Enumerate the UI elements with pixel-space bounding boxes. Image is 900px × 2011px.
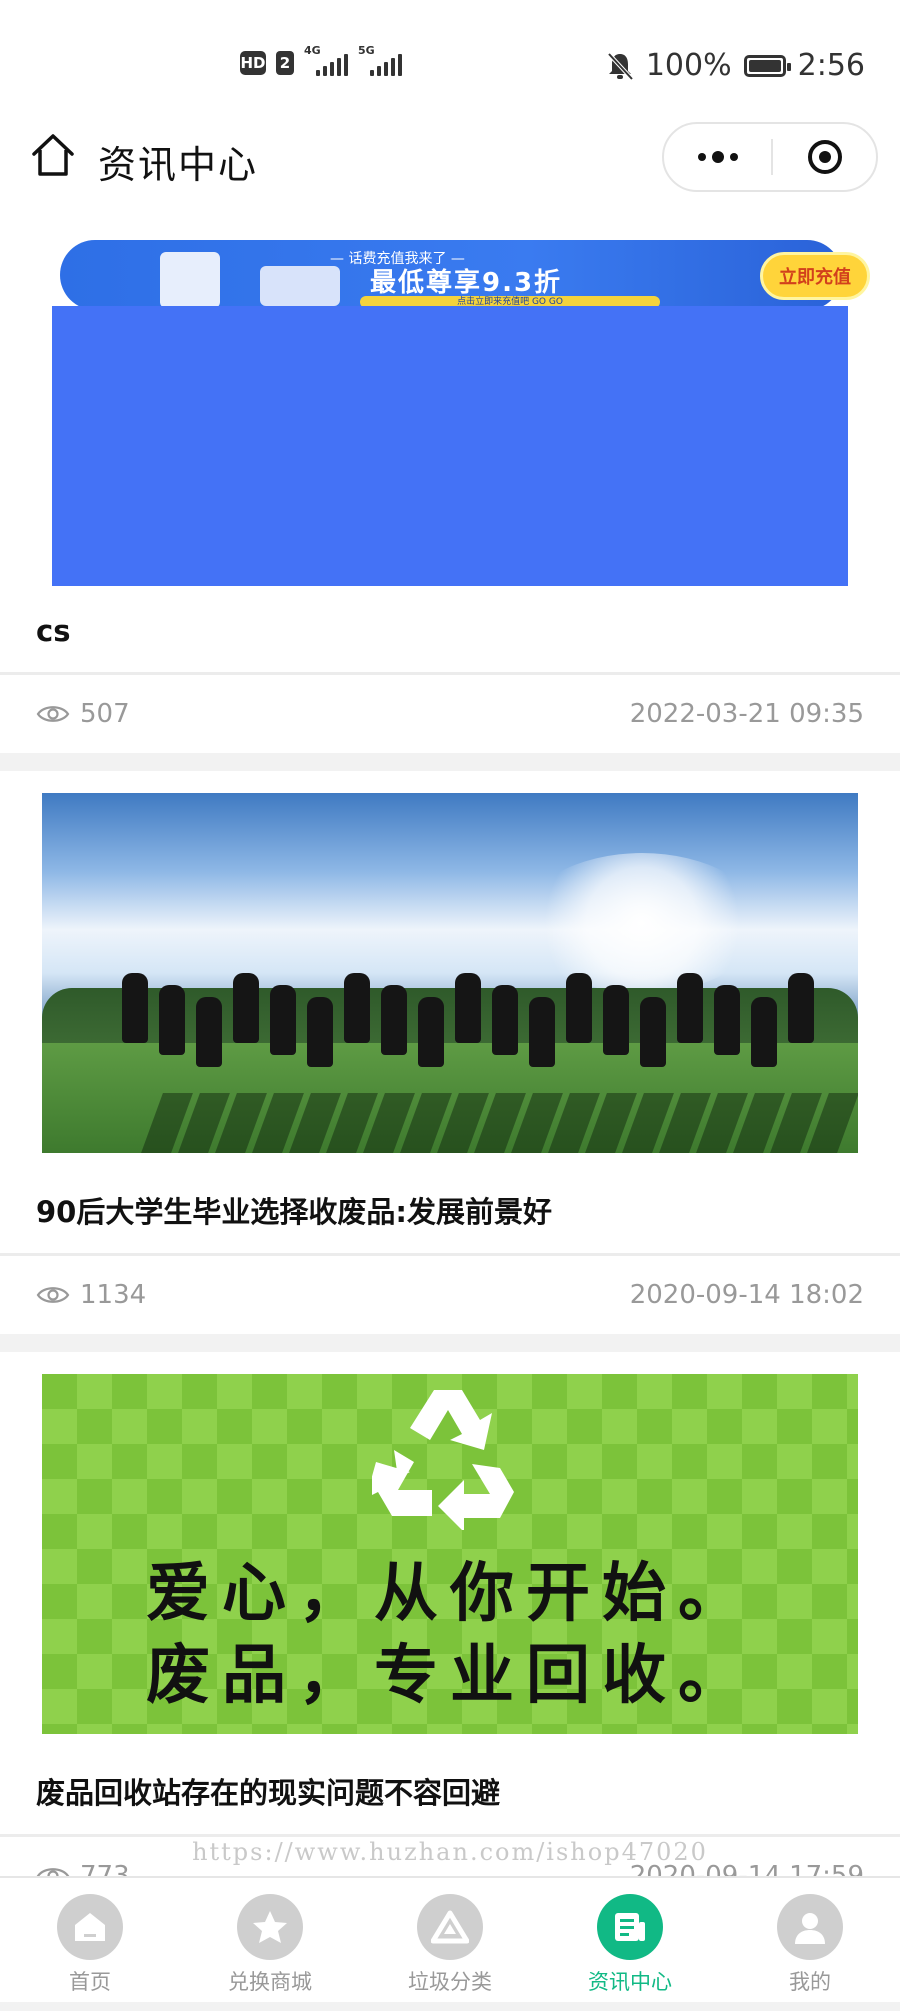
battery-icon (743, 54, 791, 77)
status-left: HD 2 4G 5G (240, 44, 402, 78)
poster-line-1: 爱心，从你开始。 (146, 1556, 754, 1631)
recharge-button: 立即充值 (760, 252, 870, 300)
recycling-poster: 爱心，从你开始。 废品，专业回收。 (42, 1374, 858, 1734)
person-figure (566, 973, 592, 1043)
tab-bar: 首页 兑换商城 垃圾分类 资讯中心 我的 (0, 1876, 900, 2002)
news-icon (597, 1894, 663, 1960)
person-figure (307, 997, 333, 1067)
promo-banner: — 话费充值我来了 — 最低尊享9.3折 点击立即来充值吧 GO GO 立即充值 (60, 240, 870, 310)
close-button[interactable] (773, 140, 876, 174)
hd-badge: HD (240, 51, 266, 75)
article-list: — 话费充值我来了 — 最低尊享9.3折 点击立即来充值吧 GO GO 立即充值… (0, 210, 900, 2011)
illustration-person (160, 252, 220, 308)
view-count-value: 1134 (80, 1280, 147, 1310)
view-count: 1134 (36, 1280, 146, 1310)
article-meta: 1134 2020-09-14 18:02 (0, 1256, 900, 1334)
sun-glow (522, 853, 762, 993)
recycle-icon (417, 1894, 483, 1960)
clock: 2:56 (797, 48, 865, 83)
recycle-icon (372, 1390, 514, 1530)
blue-placeholder (52, 306, 848, 586)
tab-mine[interactable]: 我的 (720, 1878, 900, 2002)
view-count-value: 507 (80, 699, 130, 729)
eye-icon (36, 1287, 70, 1303)
status-bar: HD 2 4G 5G 100% 2:56 (0, 0, 900, 125)
signal-4g-icon: 4G (304, 44, 348, 78)
user-icon (777, 1894, 843, 1960)
article-date: 2020-09-14 18:02 (629, 1280, 864, 1310)
article-card[interactable]: 爱心，从你开始。 废品，专业回收。 废品回收站存在的现实问题不容回避 773 2… (0, 1352, 900, 1915)
article-title: cs (0, 590, 900, 675)
tab-label: 我的 (789, 1970, 831, 1994)
star-icon (237, 1894, 303, 1960)
poster-line-2: 废品，专业回收。 (146, 1638, 754, 1713)
page-title: 资讯中心 (98, 143, 259, 187)
tab-home[interactable]: 首页 (0, 1878, 180, 2002)
navigation-bar: 资讯中心 (0, 110, 900, 210)
home-icon (57, 1894, 123, 1960)
person-figure (122, 973, 148, 1043)
article-card[interactable]: 90后大学生毕业选择收废品:发展前景好 1134 2020-09-14 18:0… (0, 771, 900, 1334)
person-figure (492, 985, 518, 1055)
battery-percent: 100% (645, 48, 732, 83)
person-figure (677, 973, 703, 1043)
tab-label: 垃圾分类 (408, 1970, 492, 1994)
person-figure (196, 997, 222, 1067)
home-icon[interactable] (30, 132, 76, 178)
person-figure (640, 997, 666, 1067)
article-cover: 爱心，从你开始。 废品，专业回收。 (0, 1352, 900, 1752)
tab-label: 资讯中心 (588, 1970, 672, 1994)
person-figure (233, 973, 259, 1043)
person-figure (751, 997, 777, 1067)
signal-5g-icon: 5G (358, 44, 402, 78)
person-figure (603, 985, 629, 1055)
article-title: 90后大学生毕业选择收废品:发展前景好 (0, 1171, 900, 1256)
article-title: 废品回收站存在的现实问题不容回避 (0, 1752, 900, 1837)
target-icon (807, 140, 842, 174)
article-date: 2022-03-21 09:35 (629, 699, 864, 729)
person-figure (270, 985, 296, 1055)
mute-bell-icon (607, 52, 634, 80)
more-button[interactable] (664, 124, 771, 190)
banner-headline: 最低尊享9.3折 (370, 268, 563, 298)
article-cover: — 话费充值我来了 — 最低尊享9.3折 点击立即来充值吧 GO GO 立即充值 (0, 210, 900, 590)
person-figure (529, 997, 555, 1067)
person-figure (344, 973, 370, 1043)
watermark: https://www.huzhan.com/ishop47020 (192, 1838, 708, 1866)
sim-badge: 2 (276, 51, 294, 75)
tab-garbage-sorting[interactable]: 垃圾分类 (360, 1878, 540, 2002)
article-cover (0, 771, 900, 1171)
person-figure (381, 985, 407, 1055)
status-right: 100% 2:56 (606, 48, 865, 83)
tab-label: 首页 (69, 1970, 111, 1994)
view-count: 507 (36, 699, 130, 729)
person-figure (455, 973, 481, 1043)
person-figure (159, 985, 185, 1055)
eye-icon (36, 706, 70, 722)
graduates-jumping-photo (42, 793, 858, 1153)
person-figure (788, 973, 814, 1043)
article-meta: 507 2022-03-21 09:35 (0, 675, 900, 753)
illustration-desk (260, 266, 340, 306)
person-figure (714, 985, 740, 1055)
tab-label: 兑换商城 (228, 1970, 312, 1994)
person-figure (418, 997, 444, 1067)
tab-exchange-mall[interactable]: 兑换商城 (180, 1878, 360, 2002)
article-card[interactable]: — 话费充值我来了 — 最低尊享9.3折 点击立即来充值吧 GO GO 立即充值… (0, 210, 900, 753)
mini-program-capsule (662, 122, 878, 192)
tab-news-center[interactable]: 资讯中心 (540, 1878, 720, 2002)
